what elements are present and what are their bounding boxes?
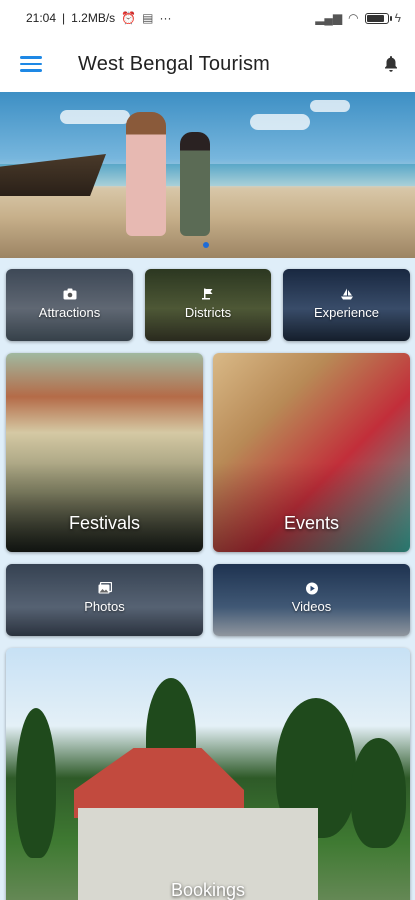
- events-label: Events: [283, 513, 340, 533]
- bookings-card[interactable]: Bookings: [6, 648, 410, 900]
- cloud-shape: [60, 110, 130, 124]
- message-icon: ▤: [142, 11, 154, 25]
- cloud-shape: [250, 114, 310, 130]
- signal-icon: ▂▄▆: [315, 11, 343, 25]
- bell-icon[interactable]: [383, 55, 399, 73]
- status-more: ···: [159, 11, 172, 25]
- attractions-label: Attractions: [38, 305, 101, 320]
- hero-carousel-image[interactable]: [0, 92, 415, 258]
- battery-icon: [364, 12, 392, 24]
- boat-shape: [0, 154, 106, 196]
- sailboat-icon: [340, 288, 353, 300]
- videos-card[interactable]: Videos: [213, 564, 410, 636]
- person-shape: [180, 132, 210, 236]
- wifi-icon: ◠: [348, 11, 359, 25]
- districts-label: Districts: [184, 305, 232, 320]
- camera-icon: [63, 288, 76, 300]
- photos-icon: [98, 582, 112, 594]
- status-time: 21:04: [26, 11, 57, 25]
- tree-shape: [16, 708, 56, 858]
- festivals-card[interactable]: Festivals: [6, 353, 203, 552]
- experience-card[interactable]: Experience: [283, 269, 410, 341]
- photos-label: Photos: [84, 599, 125, 614]
- videos-label: Videos: [291, 599, 332, 614]
- page-title: West Bengal Tourism: [78, 52, 271, 75]
- tree-shape: [351, 738, 406, 848]
- events-card[interactable]: Events: [213, 353, 410, 552]
- districts-card[interactable]: Districts: [145, 269, 271, 341]
- status-separator: |: [62, 11, 66, 25]
- carousel-indicator-dot[interactable]: [203, 242, 209, 248]
- status-bar: 21:04 | 1.2MB/s ⏰ ▤ ··· ▂▄▆ ◠ ϟ: [0, 0, 415, 36]
- experience-label: Experience: [313, 305, 380, 320]
- app-bar: West Bengal Tourism: [0, 36, 415, 92]
- hamburger-menu-icon[interactable]: [20, 56, 42, 72]
- photos-card[interactable]: Photos: [6, 564, 203, 636]
- alarm-icon: ⏰: [121, 11, 137, 25]
- flag-icon: [202, 288, 213, 300]
- bookings-label: Bookings: [170, 880, 246, 900]
- cloud-shape: [310, 100, 350, 112]
- person-shape: [126, 112, 166, 236]
- status-network-speed: 1.2MB/s: [71, 11, 116, 25]
- attractions-card[interactable]: Attractions: [6, 269, 133, 341]
- play-icon: [305, 582, 318, 595]
- festivals-label: Festivals: [68, 513, 140, 533]
- bolt-icon: ϟ: [394, 11, 401, 25]
